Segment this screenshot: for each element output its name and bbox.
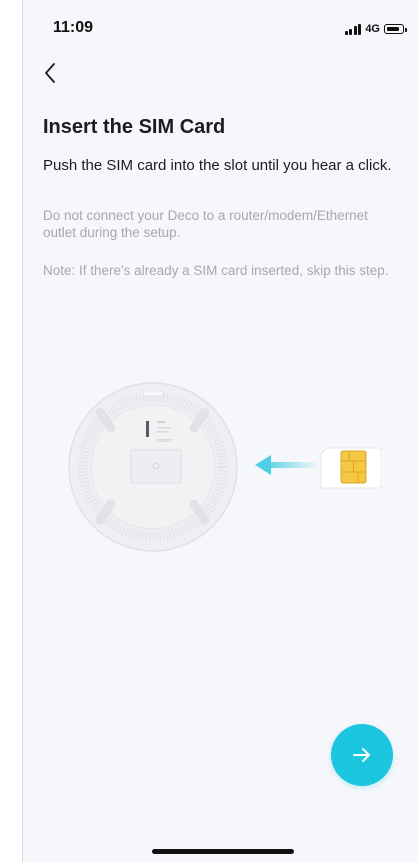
- app-screen: 11:09 4G Insert the SIM Card Push the SI…: [22, 0, 418, 862]
- status-bar-right: 4G: [344, 22, 407, 36]
- network-type: 4G: [365, 22, 380, 35]
- insert-arrow-icon: [255, 455, 319, 475]
- page-title: Insert the SIM Card: [43, 116, 226, 138]
- chevron-left-icon: [45, 63, 55, 83]
- deco-device-illustration: RESET: [68, 382, 238, 552]
- arrow-right-icon: [353, 748, 370, 762]
- insert-sim-illustration: RESET: [68, 382, 381, 552]
- warning-text: Do not connect your Deco to a router/mod…: [43, 208, 368, 240]
- back-button[interactable]: [35, 58, 65, 88]
- sim-card-illustration: [320, 447, 381, 489]
- battery-icon: [384, 24, 407, 34]
- signal-bars-icon: [344, 23, 362, 35]
- home-indicator[interactable]: [152, 849, 294, 854]
- device-reset-label: RESET: [157, 438, 172, 443]
- note-text: Note: If there's already a SIM card inse…: [43, 263, 389, 278]
- instruction-text: Push the SIM card into the slot until yo…: [43, 157, 392, 174]
- status-time: 11:09: [53, 19, 94, 36]
- next-button[interactable]: [331, 724, 393, 786]
